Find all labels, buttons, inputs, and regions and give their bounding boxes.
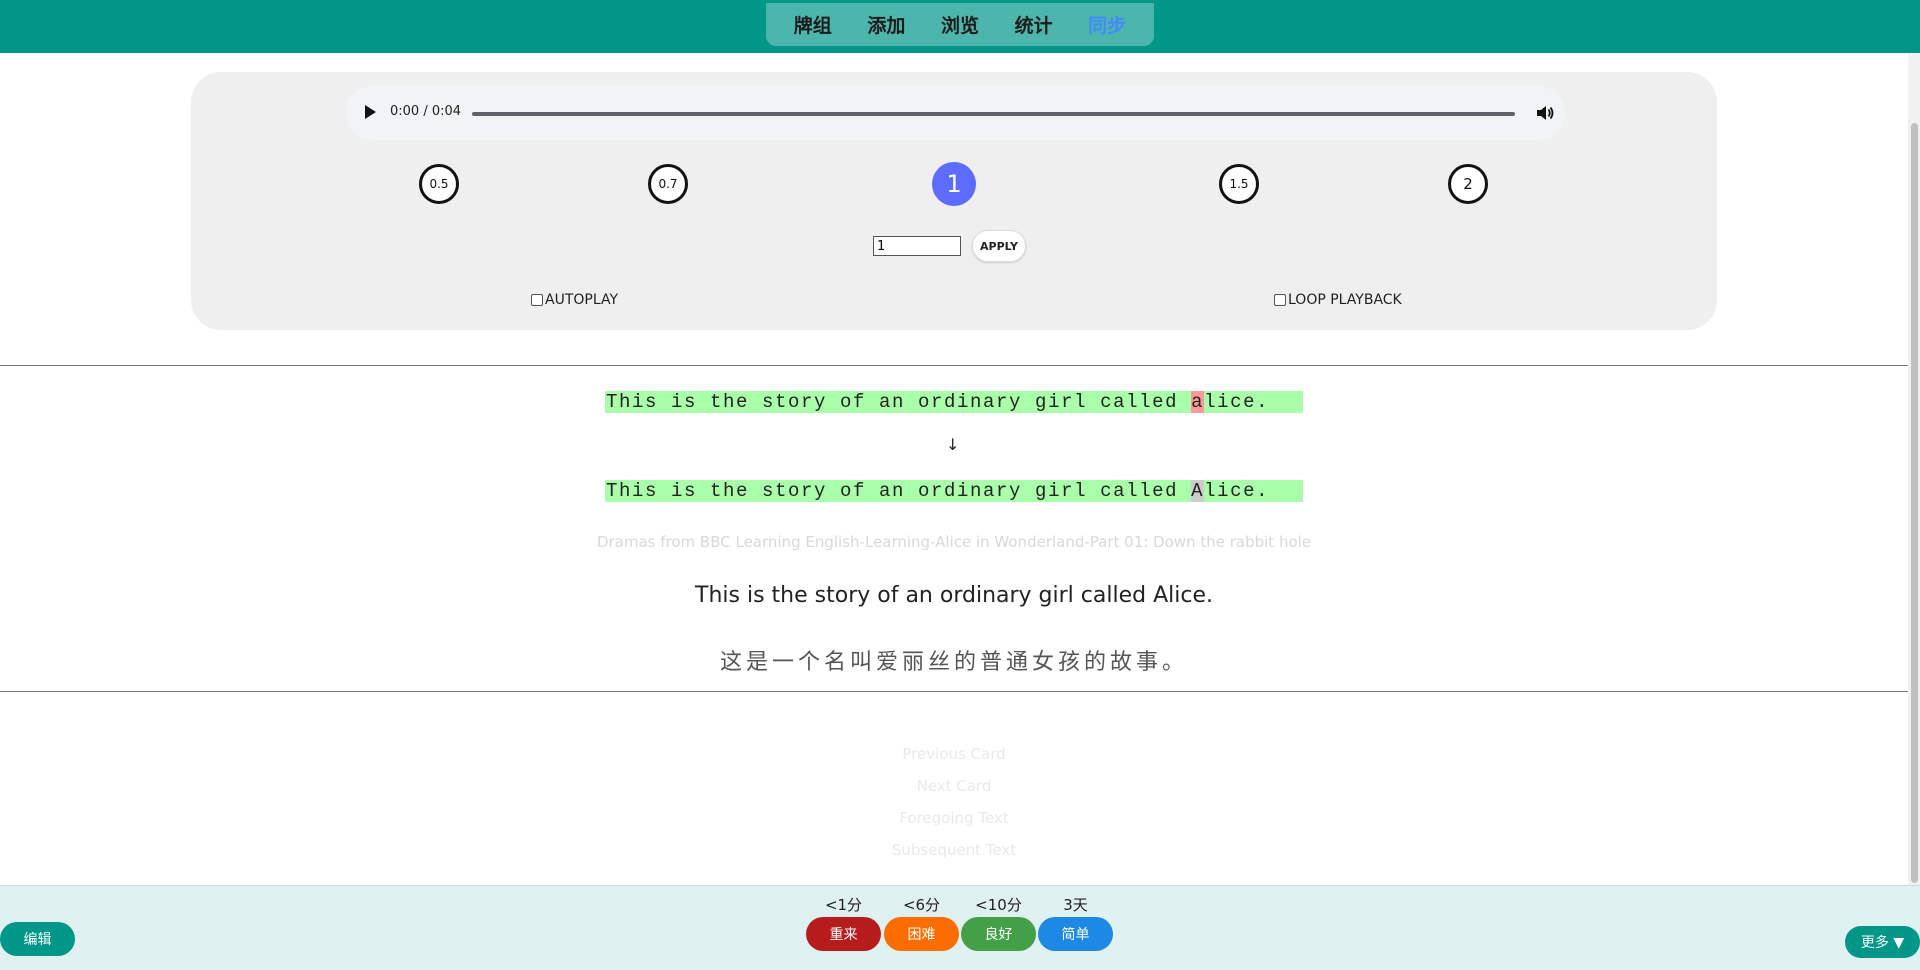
good-button[interactable]: 良好 [961,917,1036,951]
correct-answer-text: This is the story of an ordinary girl ca… [606,480,1192,502]
tab-decks[interactable]: 牌组 [794,11,832,38]
typed-answer-diff: a [1191,391,1205,413]
edit-button[interactable]: 编辑 [0,922,75,956]
loop-checkbox[interactable] [1274,294,1286,306]
typed-answer: This is the story of an ordinary girl ca… [605,391,1303,413]
volume-icon[interactable] [1535,104,1555,122]
speed-button-1[interactable]: 1 [934,164,974,204]
typed-answer-rest: lice. [1204,391,1270,413]
correct-answer: This is the story of an ordinary girl ca… [605,480,1303,502]
play-icon[interactable] [365,105,376,119]
hard-button[interactable]: 困难 [884,917,959,951]
more-button[interactable]: 更多 ▼ [1845,926,1920,958]
correct-answer-rest: lice. [1204,480,1270,502]
again-interval: <1分 [824,896,863,914]
foregoing-text-link[interactable]: Foregoing Text [0,809,1908,827]
previous-card-link[interactable]: Previous Card [0,745,1908,763]
sentence-chinese: 这是一个名叫爱丽丝的普通女孩的故事。 [719,650,1188,675]
tab-add[interactable]: 添加 [867,11,905,38]
audio-player-panel: 0:00 / 0:04 0.5 0.7 1 1.5 2 APPLY AUTOPL… [191,72,1717,330]
speed-button-1-5[interactable]: 1.5 [1219,164,1259,204]
tab-browse[interactable]: 浏览 [941,11,979,38]
autoplay-option[interactable]: AUTOPLAY [531,292,618,308]
autoplay-checkbox[interactable] [531,294,543,306]
easy-interval: 3天 [1063,896,1088,914]
speed-button-0-7[interactable]: 0.7 [648,164,688,204]
audio-time: 0:00 / 0:04 [390,104,462,119]
typed-answer-text: This is the story of an ordinary girl ca… [606,391,1192,413]
top-nav-tabs: 牌组 添加 浏览 统计 同步 [766,3,1154,46]
page-scrollbar[interactable] [1908,53,1920,885]
easy-button[interactable]: 简单 [1038,917,1113,951]
good-interval: <10分 [975,896,1022,914]
next-card-link[interactable]: Next Card [0,777,1908,795]
loop-option[interactable]: LOOP PLAYBACK [1274,292,1402,308]
card-source: Dramas from BBC Learning English-Learnin… [596,533,1312,551]
audio-progress-track[interactable] [472,112,1515,116]
top-nav-bar: 牌组 添加 浏览 统计 同步 [0,0,1920,53]
divider-top [0,365,1908,366]
loop-label: LOOP PLAYBACK [1288,292,1402,308]
correct-answer-diff: A [1191,480,1205,502]
hard-interval: <6分 [902,896,941,914]
tab-sync[interactable]: 同步 [1088,11,1126,38]
speed-button-2[interactable]: 2 [1448,164,1488,204]
sentence-english: This is the story of an ordinary girl ca… [695,583,1213,608]
scrollbar-thumb[interactable] [1911,123,1918,883]
answer-bar: 编辑 <1分 重来 <6分 困难 <10分 良好 3天 简单 更多 ▼ [0,885,1920,970]
autoplay-label: AUTOPLAY [545,292,619,308]
tab-stats[interactable]: 统计 [1015,11,1053,38]
apply-button[interactable]: APPLY [972,230,1026,262]
audio-player: 0:00 / 0:04 [345,86,1565,140]
divider-bottom [0,691,1908,692]
again-button[interactable]: 重来 [806,917,881,951]
comparison-arrow: ↓ [946,435,960,454]
subsequent-text-link[interactable]: Subsequent Text [0,841,1908,859]
speed-input[interactable] [873,236,961,256]
speed-button-0-5[interactable]: 0.5 [419,164,459,204]
